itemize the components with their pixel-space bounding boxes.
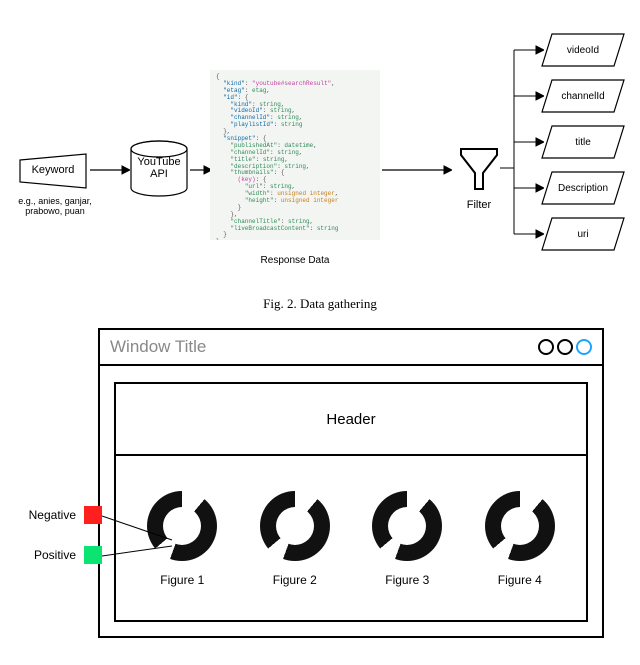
legend-row-negative: Negative bbox=[0, 506, 102, 524]
output-channelid: channelId bbox=[540, 78, 626, 114]
header-section: Header bbox=[116, 384, 586, 456]
window-control-circle bbox=[538, 339, 554, 355]
legend-label-negative: Negative bbox=[29, 508, 76, 522]
window-control-circle bbox=[576, 339, 592, 355]
figure-label: Figure 3 bbox=[372, 573, 442, 587]
figure-caption: Fig. 2. Data gathering bbox=[0, 296, 640, 312]
response-code-block: { "kind": "youtube#searchResult", "etag"… bbox=[210, 70, 380, 240]
arrow-keyword-api bbox=[90, 164, 130, 176]
swatch-negative bbox=[84, 506, 102, 524]
wireframe-container: Window Title Header Figure 1Figure 2Figu… bbox=[98, 328, 604, 638]
output-description: Description bbox=[540, 170, 626, 206]
window-body: Header Figure 1Figure 2Figure 3Figure 4 bbox=[114, 382, 588, 622]
output-label: title bbox=[540, 124, 626, 160]
node-filter: Filter bbox=[454, 145, 504, 195]
window-control-circle bbox=[557, 339, 573, 355]
response-label: Response Data bbox=[210, 255, 380, 266]
output-label: uri bbox=[540, 216, 626, 252]
legend-row-positive: Positive bbox=[0, 546, 102, 564]
donut-chart-icon bbox=[372, 491, 442, 561]
output-title: title bbox=[540, 124, 626, 160]
figure-label: Figure 2 bbox=[260, 573, 330, 587]
donut-chart-icon bbox=[485, 491, 555, 561]
output-videoid: videoId bbox=[540, 32, 626, 68]
arrow-response-filter bbox=[382, 164, 452, 176]
window-title: Window Title bbox=[110, 337, 206, 357]
data-gathering-diagram: Keyword e.g., anies, ganjar, prabowo, pu… bbox=[0, 0, 640, 310]
arrow-api-response bbox=[190, 164, 212, 176]
api-label: YouTube API bbox=[128, 156, 190, 180]
figure-label: Figure 4 bbox=[485, 573, 555, 587]
figure-3: Figure 3 bbox=[372, 491, 442, 587]
funnel-icon bbox=[457, 145, 501, 195]
output-column: videoId channelId title Description uri bbox=[540, 32, 626, 262]
donut-chart-icon bbox=[260, 491, 330, 561]
node-youtube-api: YouTube API bbox=[128, 140, 190, 198]
swatch-positive bbox=[84, 546, 102, 564]
header-text: Header bbox=[326, 411, 375, 428]
figure-2: Figure 2 bbox=[260, 491, 330, 587]
keyword-examples: e.g., anies, ganjar, prabowo, puan bbox=[0, 196, 110, 216]
output-label: channelId bbox=[540, 78, 626, 114]
filter-label: Filter bbox=[454, 199, 504, 211]
output-uri: uri bbox=[540, 216, 626, 252]
node-keyword: Keyword bbox=[18, 152, 88, 190]
figures-row: Figure 1Figure 2Figure 3Figure 4 bbox=[116, 458, 586, 620]
window-frame: Window Title Header Figure 1Figure 2Figu… bbox=[98, 328, 604, 638]
legend: Negative Positive bbox=[0, 506, 102, 586]
keyword-label: Keyword bbox=[18, 164, 88, 176]
output-label: Description bbox=[540, 170, 626, 206]
title-bar: Window Title bbox=[100, 330, 602, 366]
window-controls bbox=[538, 339, 592, 355]
legend-pointer-lines bbox=[102, 506, 178, 576]
legend-label-positive: Positive bbox=[34, 548, 76, 562]
figure-4: Figure 4 bbox=[485, 491, 555, 587]
arrow-filter-outputs bbox=[500, 40, 544, 266]
output-label: videoId bbox=[540, 32, 626, 68]
